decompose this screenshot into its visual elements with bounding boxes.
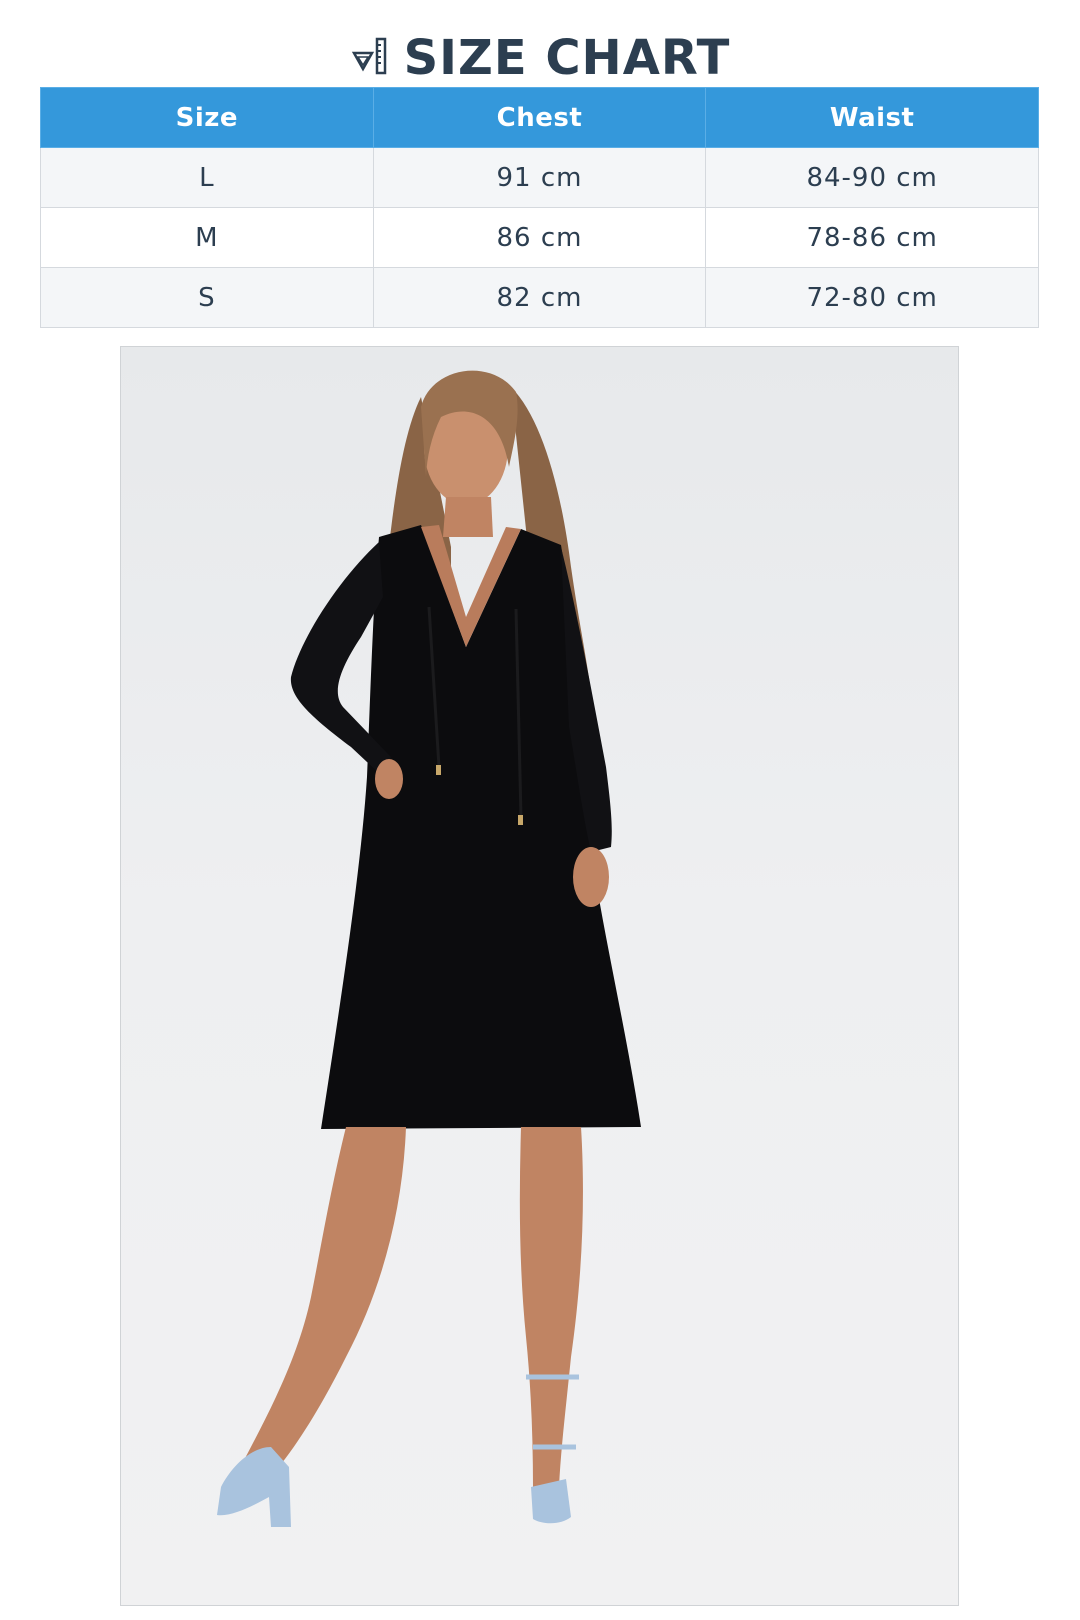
size-chart-header: SIZE CHART (0, 24, 1080, 92)
cell-size: S (40, 267, 374, 328)
cell-size: L (40, 147, 374, 208)
model-illustration (217, 370, 641, 1527)
cell-waist: 84-90 cm (705, 147, 1039, 208)
table-row: S 82 cm 72-80 cm (40, 267, 1039, 328)
cell-chest: 86 cm (372, 207, 707, 268)
ruler-triangle-icon (350, 35, 390, 81)
table-row: L 91 cm 84-90 cm (40, 147, 1039, 208)
size-chart-table: Size Chest Waist L 91 cm 84-90 cm M 86 c… (40, 87, 1039, 328)
column-header-size: Size (40, 87, 374, 148)
column-header-waist: Waist (705, 87, 1039, 148)
cell-size: M (40, 207, 374, 268)
cell-chest: 82 cm (372, 267, 707, 328)
column-header-chest: Chest (372, 87, 707, 148)
cell-waist: 78-86 cm (705, 207, 1039, 268)
table-header-row: Size Chest Waist (40, 87, 1039, 148)
table-row: M 86 cm 78-86 cm (40, 207, 1039, 268)
cell-chest: 91 cm (372, 147, 707, 208)
page-title: SIZE CHART (403, 30, 731, 86)
product-photo (120, 346, 959, 1606)
cell-waist: 72-80 cm (705, 267, 1039, 328)
